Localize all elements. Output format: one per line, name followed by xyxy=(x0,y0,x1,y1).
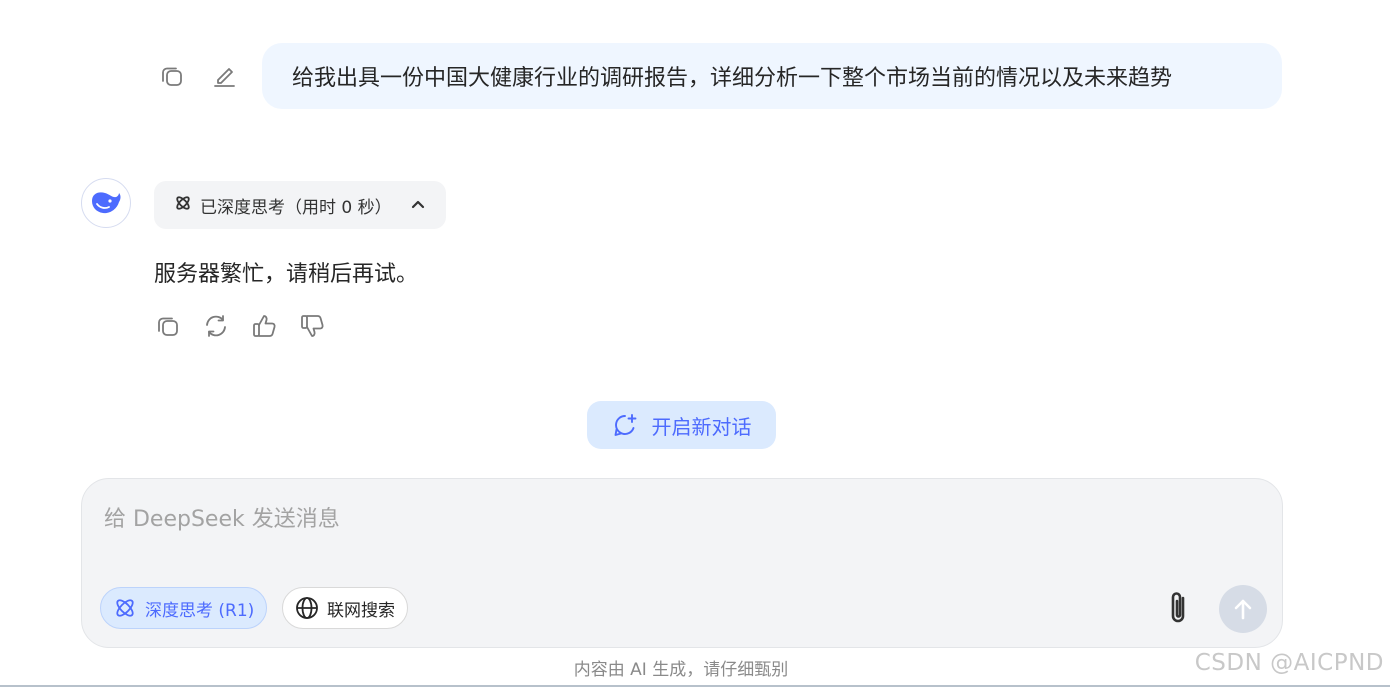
new-chat-label: 开启新对话 xyxy=(651,414,752,439)
assistant-message-actions xyxy=(152,310,328,342)
message-composer: 深度思考 (R1) 联网搜索 xyxy=(81,478,1283,648)
thumbs-down-icon[interactable] xyxy=(296,310,328,342)
atom-icon xyxy=(174,194,192,217)
deep-think-r1-label: 深度思考 (R1) xyxy=(145,600,255,621)
user-message-text: 给我出具一份中国大健康行业的调研报告，详细分析一下整个市场当前的情况以及未来趋势 xyxy=(292,66,1173,91)
user-message-bubble: 给我出具一份中国大健康行业的调研报告，详细分析一下整个市场当前的情况以及未来趋势 xyxy=(262,43,1282,109)
atom-icon xyxy=(116,599,134,617)
deep-think-r1-button[interactable]: 深度思考 (R1) xyxy=(100,587,268,629)
deepseek-whale-icon xyxy=(92,192,121,214)
attachment-icon[interactable] xyxy=(1162,585,1196,631)
chat-page: 给我出具一份中国大健康行业的调研报告，详细分析一下整个市场当前的情况以及未来趋势… xyxy=(0,0,1390,687)
watermark: CSDN @AICPND xyxy=(1194,650,1384,676)
regenerate-icon[interactable] xyxy=(200,310,232,342)
copy-icon[interactable] xyxy=(152,310,184,342)
web-search-label: 联网搜索 xyxy=(327,600,395,621)
user-message-actions xyxy=(156,60,240,92)
send-button[interactable] xyxy=(1219,585,1267,633)
thumbs-up-icon[interactable] xyxy=(248,310,280,342)
deep-thinking-toggle[interactable]: 已深度思考（用时 0 秒） xyxy=(154,181,446,229)
chevron-up-icon xyxy=(410,197,426,213)
new-chat-icon xyxy=(614,414,636,436)
new-chat-button[interactable]: 开启新对话 xyxy=(587,401,776,449)
arrow-up-icon xyxy=(1234,599,1252,620)
deep-thinking-label: 已深度思考（用时 0 秒） xyxy=(200,197,392,218)
edit-icon[interactable] xyxy=(208,60,240,92)
copy-icon[interactable] xyxy=(156,60,188,92)
message-input[interactable] xyxy=(102,499,1256,563)
globe-icon xyxy=(296,597,318,619)
ai-disclaimer: 内容由 AI 生成，请仔细甄别 xyxy=(573,660,789,680)
assistant-avatar xyxy=(81,178,131,228)
web-search-button[interactable]: 联网搜索 xyxy=(282,587,408,629)
assistant-reply-text: 服务器繁忙，请稍后再试。 xyxy=(154,262,419,287)
